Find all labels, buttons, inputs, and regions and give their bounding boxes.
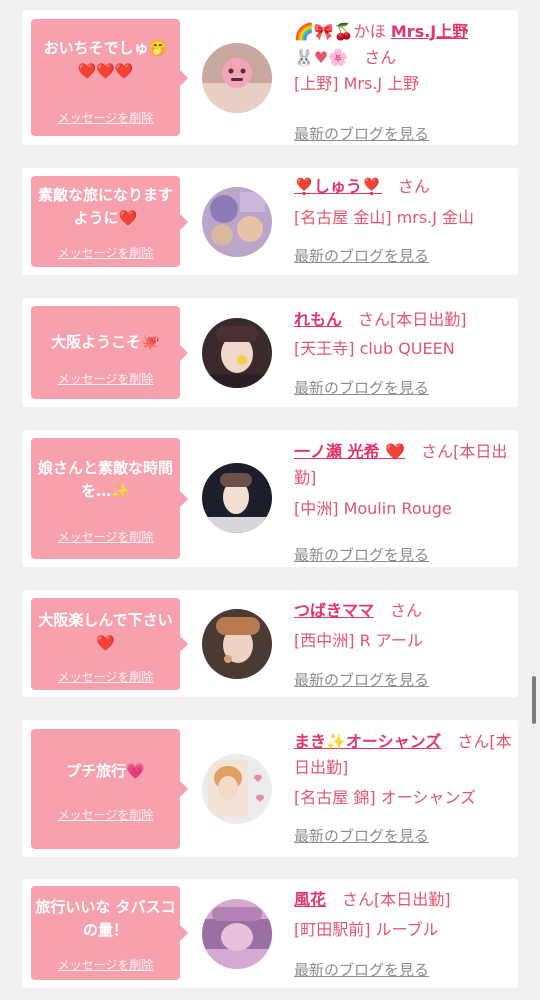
latest-blog-link[interactable]: 最新のブログを見る	[294, 243, 429, 269]
delete-message-link[interactable]: メッセージを削除	[31, 370, 180, 387]
avatar[interactable]	[202, 754, 272, 824]
message-bubble: おいちそでしゅ🤭❤️❤️❤️ メッセージを削除	[31, 19, 188, 136]
girl-name-link[interactable]: 風花	[294, 890, 326, 909]
shop-info: [中洲] Moulin Rouge	[294, 499, 452, 518]
delete-message-link[interactable]: メッセージを削除	[31, 244, 180, 261]
message-bubble: プチ旅行💗 メッセージを削除	[31, 729, 188, 849]
shop-info: [天王寺] club QUEEN	[294, 339, 455, 358]
message-card: 大阪楽しんで下さい❤️ メッセージを削除 つばきママ さん [西中洲] R アー…	[22, 590, 518, 697]
working-today-status: [本日出勤]	[374, 890, 451, 909]
message-bubble: 素敵な旅になりますように❤️ メッセージを削除	[31, 176, 188, 267]
honorific: さん	[390, 601, 423, 620]
shop-info: [町田駅前] ルーブル	[294, 920, 439, 939]
name-prefix: 🌈🎀🍒かほ	[294, 22, 386, 41]
delete-message-link[interactable]: メッセージを削除	[31, 109, 180, 126]
message-text: 娘さんと素敵な時間を…✨	[37, 459, 173, 500]
avatar[interactable]	[202, 609, 272, 679]
name-suffix: 🐰♥🌸	[294, 48, 349, 67]
latest-blog-link[interactable]: 最新のブログを見る	[294, 375, 429, 401]
latest-blog-link[interactable]: 最新のブログを見る	[294, 667, 429, 693]
message-bubble: 旅行いいな タバスコの量！ メッセージを削除	[31, 886, 188, 980]
honorific: さん	[421, 442, 454, 461]
message-bubble: 大阪ようこそ🐙 メッセージを削除	[31, 306, 188, 399]
girl-info: まき✨オーシャンズ さん[本日出勤] [名古屋 錦] オーシャンズ 最新のブログ…	[294, 729, 512, 845]
scrollbar[interactable]	[532, 676, 536, 724]
honorific: さん	[342, 890, 375, 909]
honorific: さん	[358, 310, 391, 329]
avatar[interactable]	[202, 43, 272, 113]
delete-message-link[interactable]: メッセージを削除	[31, 806, 180, 823]
latest-blog-link[interactable]: 最新のブログを見る	[294, 121, 429, 147]
shop-info: [上野] Mrs.J 上野	[294, 74, 420, 93]
message-text: 素敵な旅になりますように❤️	[37, 186, 173, 227]
girl-info: れもん さん[本日出勤] [天王寺] club QUEEN 最新のブログを見る	[294, 307, 512, 397]
message-card: おいちそでしゅ🤭❤️❤️❤️ メッセージを削除 🌈🎀🍒かほ Mrs.J上野 🐰♥…	[22, 10, 518, 145]
girl-name-link[interactable]: Mrs.J上野	[391, 22, 468, 41]
message-card: プチ旅行💗 メッセージを削除 まき✨オーシャンズ さん[本日出勤] [名古屋 錦…	[22, 720, 518, 857]
girl-name-link[interactable]: まき✨オーシャンズ	[294, 732, 441, 751]
delete-message-link[interactable]: メッセージを削除	[31, 668, 180, 685]
honorific: さん	[397, 177, 430, 196]
message-text: 大阪ようこそ🐙	[51, 333, 160, 351]
delete-message-link[interactable]: メッセージを削除	[31, 528, 180, 545]
delete-message-link[interactable]: メッセージを削除	[31, 956, 180, 973]
avatar[interactable]	[202, 187, 272, 257]
girl-name-link[interactable]: つばきママ	[294, 601, 374, 620]
shop-info: [西中洲] R アール	[294, 631, 423, 650]
message-text: 旅行いいな タバスコの量！	[35, 898, 176, 939]
working-today-status: [本日出勤]	[390, 310, 467, 329]
message-bubble: 娘さんと素敵な時間を…✨ メッセージを削除	[31, 438, 188, 559]
message-card: 娘さんと素敵な時間を…✨ メッセージを削除 一ノ瀬 光希 ❤️ さん[本日出勤]…	[22, 430, 518, 567]
message-card: 旅行いいな タバスコの量！ メッセージを削除 風花 さん[本日出勤] [町田駅前…	[22, 879, 518, 988]
message-bubble: 大阪楽しんで下さい❤️ メッセージを削除	[31, 598, 188, 690]
girl-name-link[interactable]: れもん	[294, 310, 342, 329]
girl-info: 一ノ瀬 光希 ❤️ さん[本日出勤] [中洲] Moulin Rouge 最新の…	[294, 439, 512, 564]
girl-info: 🌈🎀🍒かほ Mrs.J上野 🐰♥🌸 さん [上野] Mrs.J 上野 最新のブロ…	[294, 19, 512, 143]
shop-info: [名古屋 金山] mrs.J 金山	[294, 208, 475, 227]
girl-info: ❣️しゅう❣️ さん [名古屋 金山] mrs.J 金山 最新のブログを見る	[294, 174, 512, 265]
latest-blog-link[interactable]: 最新のブログを見る	[294, 957, 429, 983]
girl-info: 風花 さん[本日出勤] [町田駅前] ルーブル 最新のブログを見る	[294, 887, 512, 979]
message-text: おいちそでしゅ🤭❤️❤️❤️	[43, 39, 168, 80]
avatar[interactable]	[202, 463, 272, 533]
honorific: さん	[364, 48, 397, 67]
message-card: 素敵な旅になりますように❤️ メッセージを削除 ❣️しゅう❣️ さん [名古屋 …	[22, 168, 518, 275]
message-text: プチ旅行💗	[66, 762, 145, 780]
shop-info: [名古屋 錦] オーシャンズ	[294, 788, 477, 807]
girl-info: つばきママ さん [西中洲] R アール 最新のブログを見る	[294, 598, 512, 689]
avatar[interactable]	[202, 318, 272, 388]
honorific: さん	[457, 732, 490, 751]
latest-blog-link[interactable]: 最新のブログを見る	[294, 542, 429, 568]
girl-name-link[interactable]: 一ノ瀬 光希 ❤️	[294, 442, 405, 461]
avatar[interactable]	[202, 899, 272, 969]
message-text: 大阪楽しんで下さい❤️	[38, 611, 173, 652]
latest-blog-link[interactable]: 最新のブログを見る	[294, 823, 429, 849]
message-card: 大阪ようこそ🐙 メッセージを削除 れもん さん[本日出勤] [天王寺] club…	[22, 298, 518, 407]
girl-name-link[interactable]: ❣️しゅう❣️	[294, 177, 382, 196]
